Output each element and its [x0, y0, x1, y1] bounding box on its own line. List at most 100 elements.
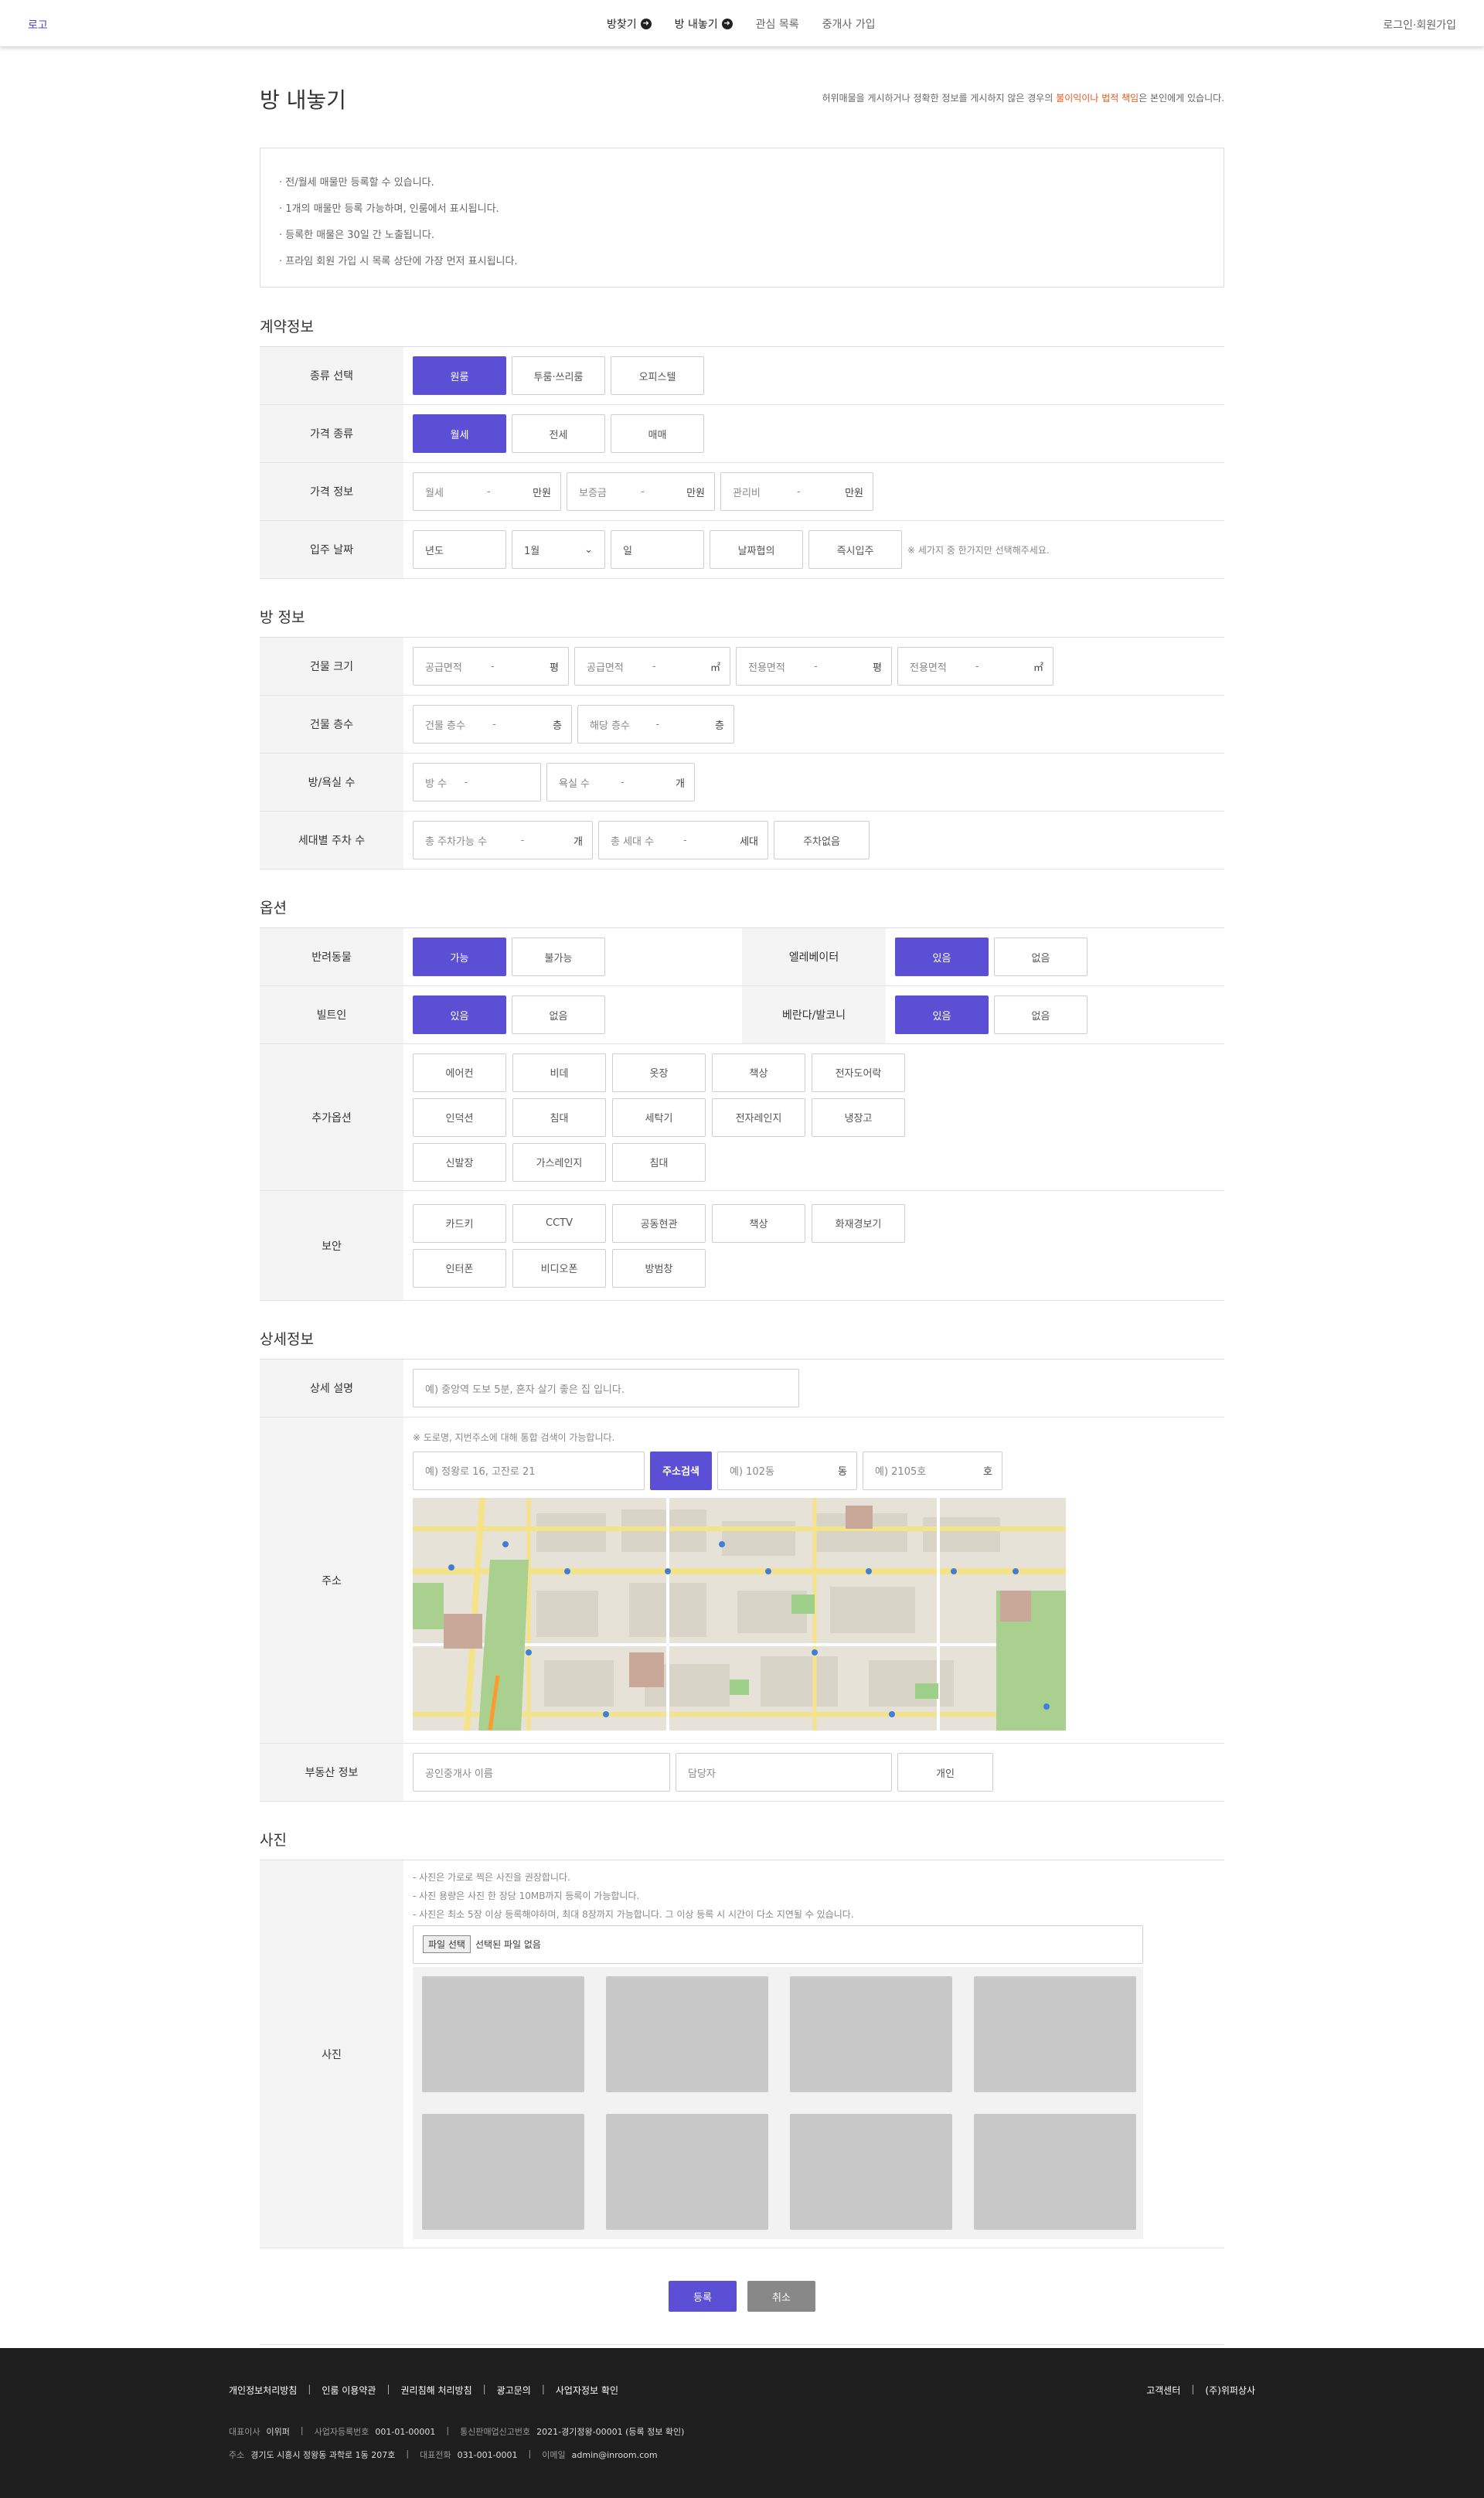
option-doorlock-button[interactable]: 전자도어락	[812, 1053, 905, 1092]
logo[interactable]: 로고	[28, 17, 48, 32]
footer-link-privacy[interactable]: 개인정보처리방침	[229, 2384, 297, 2397]
type-officetel-button[interactable]: 오피스텔	[611, 356, 704, 395]
balcony-yes-button[interactable]: 있음	[895, 995, 989, 1034]
builtin-yes-button[interactable]: 있음	[413, 995, 506, 1034]
footer-link-support[interactable]: 고객센터	[1146, 2384, 1180, 2397]
current-floor-input[interactable]: 해당 층수 - 층	[577, 705, 734, 744]
placeholder: 월세	[425, 487, 444, 499]
manager-input[interactable]: 담당자	[676, 1753, 892, 1792]
dong-input[interactable]: 예) 102동 동	[717, 1451, 857, 1490]
month-select[interactable]: 1월 ⌄	[512, 530, 605, 569]
builtin-no-button[interactable]: 없음	[512, 995, 605, 1034]
security-interphone-button[interactable]: 인터폰	[413, 1248, 506, 1288]
option-induction-button[interactable]: 인덕션	[413, 1098, 506, 1137]
option-fridge-button[interactable]: 냉장고	[812, 1098, 905, 1137]
photo-slot[interactable]	[422, 1976, 584, 2092]
rooms-count-input[interactable]: 방 수-	[413, 763, 541, 801]
bathrooms-count-input[interactable]: 욕실 수-개	[546, 763, 695, 801]
maintenance-fee-input[interactable]: 관리비 - 만원	[720, 472, 873, 511]
submit-button[interactable]: 등록	[669, 2281, 737, 2312]
total-parking-input[interactable]: 총 주차가능 수-개	[413, 821, 593, 859]
photo-slot[interactable]	[422, 2113, 584, 2230]
security-window-guard-button[interactable]: 방범창	[612, 1248, 706, 1288]
immediate-move-in-button[interactable]: 즉시입주	[808, 530, 902, 569]
footer-link-rights[interactable]: 권리침해 처리방침	[400, 2384, 471, 2397]
menu-find-room[interactable]: 방찾기 ➜	[607, 16, 652, 32]
security-videophone-button[interactable]: 비디오폰	[512, 1248, 606, 1288]
footer-link-terms[interactable]: 인룸 이용약관	[322, 2384, 376, 2397]
photo-preview-grid	[413, 1966, 1143, 2239]
photo-slot[interactable]	[606, 2113, 768, 2230]
value: 2021-경기정왕-00001 (등록 정보 확인)	[536, 2427, 685, 2437]
security-fire-alarm-button[interactable]: 화재경보기	[812, 1203, 905, 1243]
price-sale-button[interactable]: 매매	[611, 414, 704, 453]
pet-no-button[interactable]: 불가능	[512, 938, 605, 976]
exclusive-area-m2-input[interactable]: 전용면적 - ㎡	[897, 647, 1053, 686]
option-gas-range-button[interactable]: 가스레인지	[512, 1142, 606, 1182]
balcony-no-button[interactable]: 없음	[994, 995, 1087, 1034]
option-shoe-rack-button[interactable]: 신발장	[413, 1142, 506, 1182]
menu-list-room[interactable]: 방 내놓기 ➜	[675, 16, 733, 32]
page-title: 방 내놓기	[260, 87, 346, 113]
map-view[interactable]	[413, 1497, 1066, 1731]
cancel-button[interactable]: 취소	[747, 2281, 815, 2312]
login-link[interactable]: 로그인·회원가입	[1383, 17, 1456, 32]
personal-button[interactable]: 개인	[897, 1753, 993, 1792]
monthly-rent-input[interactable]: 월세 - 만원	[413, 472, 561, 511]
total-households-input[interactable]: 총 세대 수 - 세대	[598, 821, 768, 859]
arrow-circle-icon: ➜	[721, 19, 733, 29]
row-label: 주소	[260, 1417, 403, 1743]
footer-link-ads[interactable]: 광고문의	[497, 2384, 531, 2397]
photo-slot[interactable]	[974, 2113, 1136, 2230]
footer-link-business[interactable]: 사업자정보 확인	[556, 2384, 618, 2397]
no-parking-button[interactable]: 주차없음	[774, 821, 870, 859]
option-washer-button[interactable]: 세탁기	[612, 1098, 706, 1137]
elevator-no-button[interactable]: 없음	[994, 938, 1087, 976]
option-desk-button[interactable]: 책상	[712, 1053, 805, 1092]
deposit-input[interactable]: 보증금 - 만원	[567, 472, 715, 511]
file-select-button[interactable]: 파일 선택	[423, 1935, 471, 1953]
security-cardkey-button[interactable]: 카드키	[413, 1203, 506, 1243]
photo-slot[interactable]	[974, 1976, 1136, 2092]
row-label: 입주 날짜	[260, 521, 403, 578]
menu-agent-join[interactable]: 중개사 가입	[822, 16, 876, 32]
agent-name-input[interactable]: 공인중개사 이름	[413, 1753, 670, 1792]
file-input[interactable]: 파일 선택 선택된 파일 없음	[413, 1925, 1143, 1964]
year-input[interactable]: 년도	[413, 530, 506, 569]
row-label: 반려동물	[260, 928, 403, 985]
address-search-button[interactable]: 주소검색	[650, 1451, 712, 1490]
exclusive-area-pyeong-input[interactable]: 전용면적 - 평	[736, 647, 892, 686]
type-tworoom-button[interactable]: 투룸·쓰리룸	[512, 356, 605, 395]
price-jeonse-button[interactable]: 전세	[512, 414, 605, 453]
option-aircon-button[interactable]: 에어컨	[413, 1053, 506, 1092]
type-oneroom-button[interactable]: 원룸	[413, 356, 506, 395]
address-input[interactable]: 예) 정왕로 16, 고잔로 21	[413, 1451, 645, 1490]
photo-slot[interactable]	[790, 2113, 952, 2230]
option-bed-button[interactable]: 침대	[512, 1098, 606, 1137]
security-desk-button[interactable]: 책상	[712, 1203, 805, 1243]
price-monthly-button[interactable]: 월세	[413, 414, 506, 453]
security-entrance-button[interactable]: 공동현관	[612, 1203, 706, 1243]
photo-slot[interactable]	[790, 1976, 952, 2092]
security-cctv-button[interactable]: CCTV	[512, 1203, 606, 1243]
supply-area-m2-input[interactable]: 공급면적 - ㎡	[574, 647, 730, 686]
option-closet-button[interactable]: 옷장	[612, 1053, 706, 1092]
ho-input[interactable]: 예) 2105호 호	[863, 1451, 1002, 1490]
half-left: 반려동물 가능 불가능	[260, 928, 742, 985]
option-microwave-button[interactable]: 전자레인지	[712, 1098, 805, 1137]
day-input[interactable]: 일	[611, 530, 704, 569]
supply-area-pyeong-input[interactable]: 공급면적 - 평	[413, 647, 569, 686]
footer-sales-no: 통신판매업신고번호 2021-경기정왕-00001 (등록 정보 확인)	[460, 2425, 684, 2438]
row-photo: 사진 - 사진은 가로로 찍은 사진을 권장합니다. - 사진 용량은 사진 한…	[260, 1860, 1224, 2248]
pet-yes-button[interactable]: 가능	[413, 938, 506, 976]
building-floors-input[interactable]: 건물 층수 - 층	[413, 705, 572, 744]
move-in-hint: ※ 세가지 중 한가지만 선택해주세요.	[907, 544, 1050, 556]
description-input[interactable]: 예) 중앙역 도보 5분, 혼자 살기 좋은 집 입니다.	[413, 1369, 799, 1407]
menu-favorites[interactable]: 관심 목록	[756, 16, 799, 32]
row-move-in: 입주 날짜 년도 1월 ⌄ 일 날짜협의 즉시입주 ※ 세가지 중 한가지만 선택…	[260, 521, 1224, 579]
option-bidet-button[interactable]: 비데	[512, 1053, 606, 1092]
date-negotiable-button[interactable]: 날짜협의	[710, 530, 803, 569]
elevator-yes-button[interactable]: 있음	[895, 938, 989, 976]
option-bed2-button[interactable]: 침대	[612, 1142, 706, 1182]
photo-slot[interactable]	[606, 1976, 768, 2092]
